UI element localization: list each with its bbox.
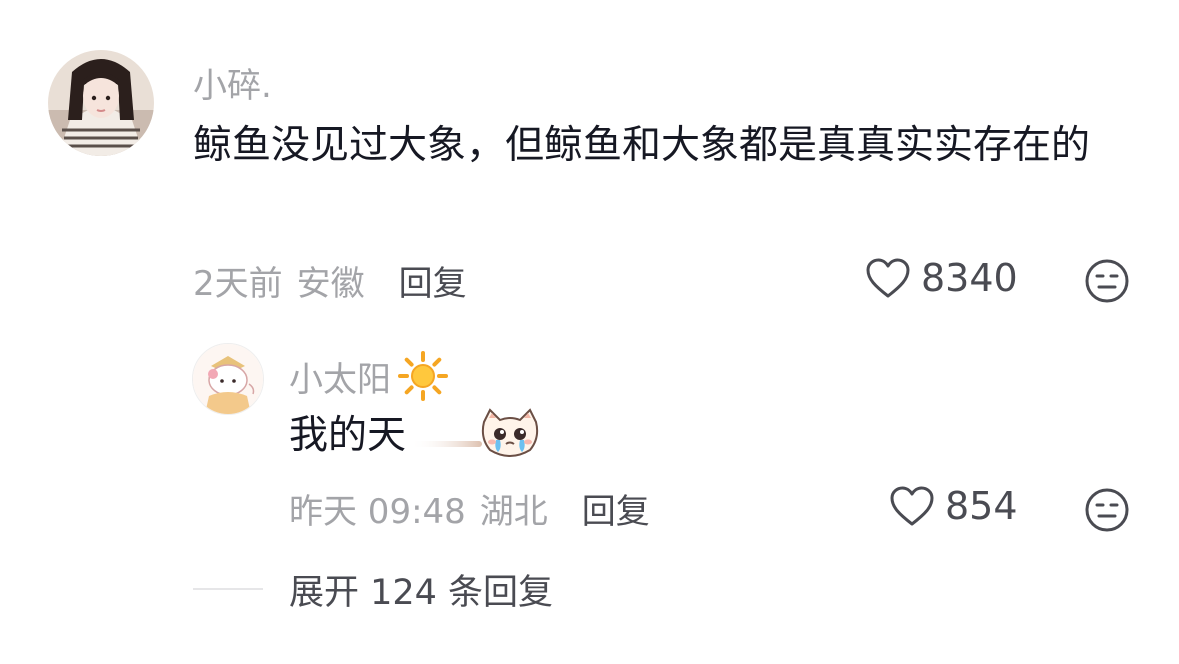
commenter-username[interactable]: 小碎. <box>193 58 272 107</box>
reply-time: 昨天 09:48 <box>289 492 466 532</box>
reply-text-row: 我的天 <box>289 405 540 467</box>
comment-location: 安徽 <box>296 264 365 304</box>
reply-text: 我的天 <box>289 413 407 458</box>
like-button[interactable]: 8340 <box>865 256 1018 300</box>
expand-divider <box>193 588 263 590</box>
heart-outline-icon <box>866 258 910 298</box>
replier-username[interactable]: 小太阳 <box>289 352 391 401</box>
reply-like-button[interactable]: 854 <box>889 484 1018 528</box>
crying-cat-emoji-icon <box>410 408 539 457</box>
reply-button[interactable]: 回复 <box>399 256 467 305</box>
reply-meta: 昨天 09:48 湖北 回复 <box>289 484 650 533</box>
comment-meta: 2天前 安徽 回复 <box>193 256 467 305</box>
replier-username-row[interactable]: 小太阳 <box>289 350 449 402</box>
comment-time: 2天前 <box>193 264 283 304</box>
meh-face-icon <box>1085 259 1129 303</box>
reply-to-reply-button[interactable]: 回复 <box>582 484 650 533</box>
meh-face-icon <box>1085 488 1129 532</box>
sun-emoji-icon <box>398 351 448 401</box>
expand-replies-button[interactable]: 展开 124 条回复 <box>289 564 553 615</box>
reply-like-count: 854 <box>945 484 1018 528</box>
comment-text: 鲸鱼没见过大象，但鲸鱼和大象都是真真实实存在的 <box>193 123 1091 168</box>
dislike-button[interactable] <box>1084 258 1130 308</box>
commenter-avatar[interactable] <box>48 50 154 156</box>
replier-avatar[interactable] <box>192 343 264 415</box>
reply-location: 湖北 <box>479 492 548 532</box>
heart-outline-icon <box>890 486 934 526</box>
like-count: 8340 <box>921 256 1018 300</box>
reply-dislike-button[interactable] <box>1084 487 1130 537</box>
